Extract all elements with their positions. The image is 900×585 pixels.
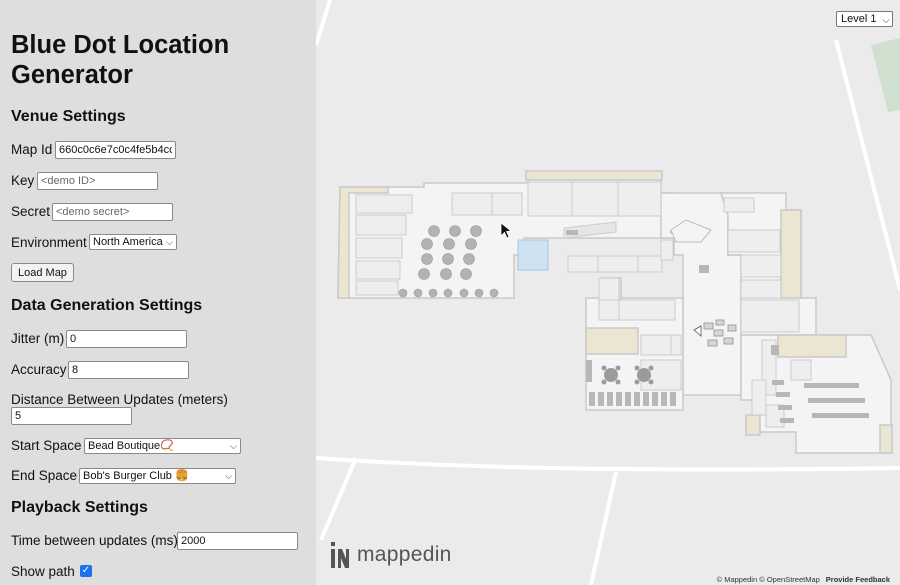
map-id-input[interactable] xyxy=(55,141,176,159)
chevron-down-icon: ⌵ xyxy=(230,441,237,451)
end-space-select[interactable]: Bob's Burger Club 🍔 ⌵ xyxy=(79,468,236,484)
jitter-label: Jitter (m) xyxy=(11,331,65,346)
mappedin-logo-icon xyxy=(331,542,349,568)
mappedin-wordmark: mappedin xyxy=(357,543,452,566)
jitter-input[interactable] xyxy=(66,330,187,348)
floor-plan-map[interactable] xyxy=(316,0,900,585)
data-generation-heading: Data Generation Settings xyxy=(11,297,203,314)
map-attribution: © Mappedin © OpenStreetMap Provide Feedba… xyxy=(717,575,890,584)
venue-settings-heading: Venue Settings xyxy=(11,108,126,125)
park-area xyxy=(871,38,900,112)
chevron-down-icon: ⌵ xyxy=(225,471,232,481)
interval-label: Time between updates (ms) xyxy=(11,533,178,548)
key-input[interactable] xyxy=(37,172,158,190)
environment-select[interactable]: North America ⌵ xyxy=(89,234,177,250)
mappedin-logo: mappedin xyxy=(330,541,452,569)
start-space-value: Bead Boutique📿 xyxy=(88,440,174,452)
chevron-down-icon: ⌵ xyxy=(166,237,173,247)
chevron-down-icon: ⌵ xyxy=(882,15,890,25)
interval-input[interactable] xyxy=(177,532,298,550)
highlighted-space[interactable] xyxy=(517,239,549,271)
provide-feedback-link[interactable]: Provide Feedback xyxy=(826,575,890,584)
secret-label: Secret xyxy=(11,204,51,219)
level-value: Level 1 xyxy=(841,13,877,25)
end-space-label: End Space xyxy=(11,468,78,483)
accuracy-input[interactable] xyxy=(68,361,189,379)
map-id-label: Map Id xyxy=(11,142,53,157)
accuracy-label: Accuracy xyxy=(11,362,67,377)
playback-settings-heading: Playback Settings xyxy=(11,499,148,516)
show-path-label: Show path xyxy=(11,564,75,579)
start-space-label: Start Space xyxy=(11,438,82,453)
distance-label: Distance Between Updates (meters) xyxy=(11,392,228,407)
start-space-select[interactable]: Bead Boutique📿 ⌵ xyxy=(84,438,241,454)
environment-label: Environment xyxy=(11,235,87,250)
show-path-checkbox[interactable]: ✓ xyxy=(80,565,92,577)
environment-value: North America xyxy=(93,236,163,248)
attribution-text: © Mappedin © OpenStreetMap xyxy=(716,575,820,584)
map-view[interactable]: Level 1 ⌵ mappedin © Mappedin © OpenStre… xyxy=(316,0,900,585)
level-select[interactable]: Level 1 ⌵ xyxy=(836,11,894,27)
page-title: Blue Dot Location Generator xyxy=(11,31,230,89)
end-space-value: Bob's Burger Club 🍔 xyxy=(83,470,189,482)
settings-panel: Blue Dot Location Generator Venue Settin… xyxy=(0,0,316,585)
distance-input[interactable] xyxy=(11,407,132,425)
secret-input[interactable] xyxy=(52,203,173,221)
load-map-button[interactable]: Load Map xyxy=(11,263,74,282)
key-label: Key xyxy=(11,173,35,188)
